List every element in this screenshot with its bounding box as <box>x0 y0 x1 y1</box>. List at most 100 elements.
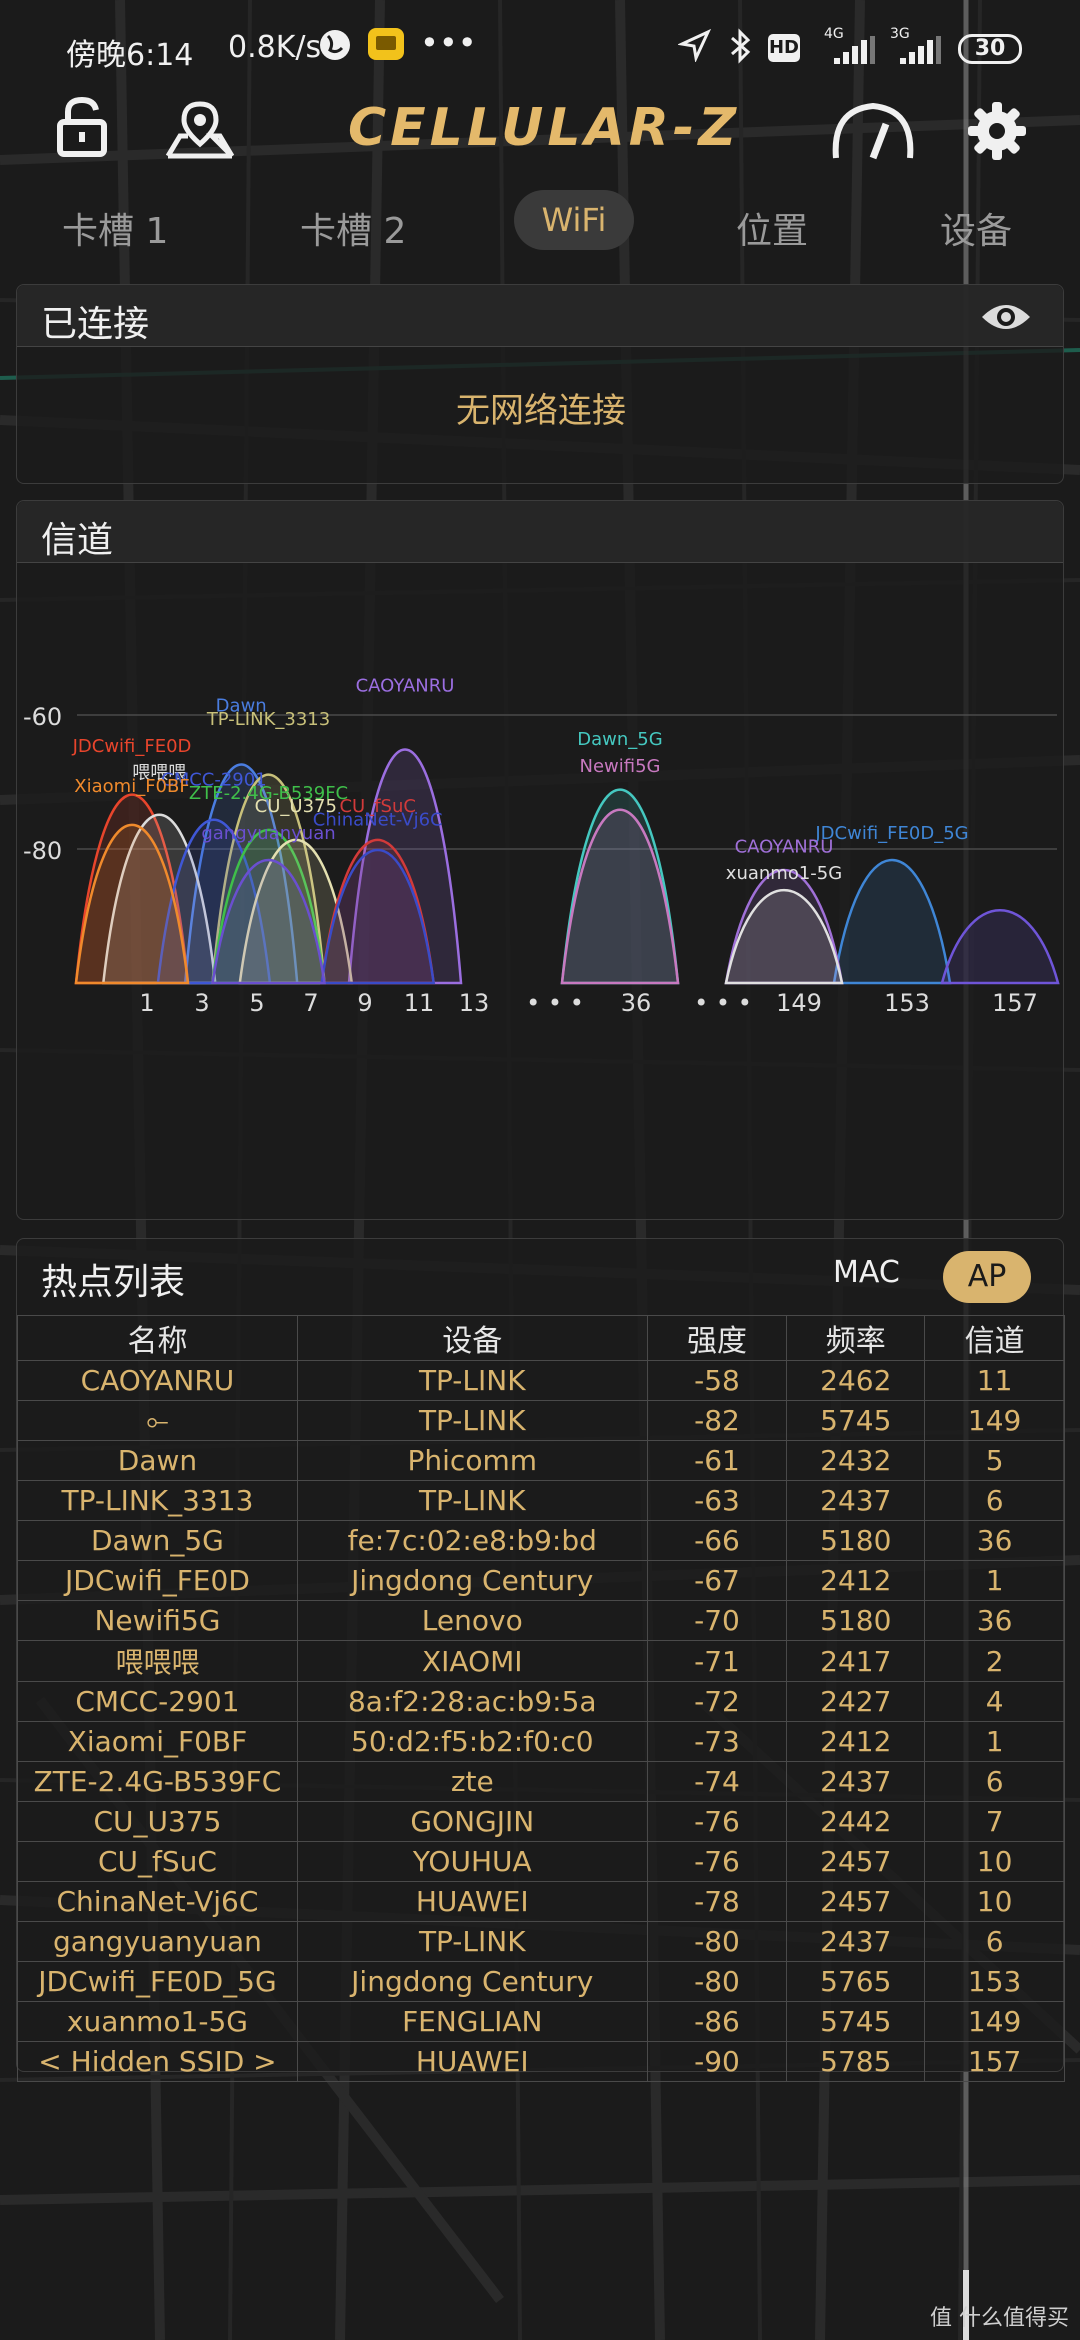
cell-channel: 10 <box>924 1881 1065 1922</box>
cell-frequency: 2462 <box>786 1360 926 1401</box>
eye-icon[interactable] <box>979 299 1033 335</box>
no-connection-text: 无网络连接 <box>456 391 626 431</box>
watermark: 值 什么值得买 <box>930 2300 1069 2332</box>
cell-channel: 11 <box>924 1360 1065 1401</box>
cell-strength: -67 <box>646 1560 788 1601</box>
channel-curve <box>560 808 680 985</box>
map-pin-icon[interactable] <box>164 100 236 160</box>
cell-frequency: 2437 <box>786 1761 926 1802</box>
channel-title: 信道 <box>41 520 114 561</box>
cell-frequency: 5765 <box>786 1961 926 2002</box>
series-label: Newifi5G <box>580 756 661 777</box>
cell-device: GONGJIN <box>296 1801 648 1842</box>
cell-device: Jingdong Century <box>296 1560 648 1601</box>
table-row[interactable]: 喂喂喂 XIAOMI -71 2417 2 <box>17 1640 1065 1682</box>
cell-name: CU_fSuC <box>17 1841 298 1882</box>
table-row[interactable]: Dawn Phicomm -61 2432 5 <box>17 1440 1065 1481</box>
table-header-row: 名称 设备 强度 频率 信道 <box>17 1315 1065 1361</box>
channel-curve <box>724 888 844 985</box>
x-tick-label: 157 <box>992 989 1038 1017</box>
cell-strength: -86 <box>646 2001 788 2042</box>
gear-icon[interactable] <box>966 100 1028 162</box>
cell-channel: 157 <box>924 2041 1065 2082</box>
cell-frequency: 2437 <box>786 1921 926 1962</box>
connected-header: 已连接 <box>17 285 1063 347</box>
table-row[interactable]: xuanmo1-5G FENGLIAN -86 5745 149 <box>17 2001 1065 2042</box>
status-speed: 0.8K/s <box>228 30 322 65</box>
cell-frequency: 2437 <box>786 1480 926 1521</box>
hotspot-list-card: 热点列表 MAC AP 名称 设备 强度 频率 信道 CAOYANRU TP-LI… <box>16 1238 1065 2082</box>
cell-strength: -63 <box>646 1480 788 1521</box>
tab-device[interactable]: 设备 <box>940 202 1012 254</box>
tab-bar: 卡槽 1 卡槽 2 WiFi 位置 设备 <box>0 190 1080 260</box>
cell-channel: 2 <box>924 1640 1065 1682</box>
x-tick-label: 7 <box>303 989 318 1017</box>
table-row[interactable]: CAOYANRU TP-LINK -58 2462 11 <box>17 1360 1065 1401</box>
table-row[interactable]: Newifi5G Lenovo -70 5180 36 <box>17 1600 1065 1641</box>
cell-device: HUAWEI <box>296 2041 648 2082</box>
x-tick-label: 9 <box>357 989 372 1017</box>
lock-open-icon[interactable] <box>56 96 108 158</box>
series-label: Xiaomi_F0BF <box>74 776 189 797</box>
cell-name: Xiaomi_F0BF <box>17 1721 298 1762</box>
table-row[interactable]: ChinaNet-Vj6C HUAWEI -78 2457 10 <box>17 1881 1065 1922</box>
app-logo: CELLULAR-Z <box>348 98 741 158</box>
cell-channel: 36 <box>924 1600 1065 1641</box>
cell-channel: 149 <box>924 1400 1065 1441</box>
channel-curve <box>832 858 952 985</box>
x-tick-label: 13 <box>459 989 490 1017</box>
table-row[interactable]: ⟜ TP-LINK -82 5745 149 <box>17 1400 1065 1441</box>
table-row[interactable]: JDCwifi_FE0D_5G Jingdong Century -80 5765 15… <box>17 1961 1065 2002</box>
table-row[interactable]: Dawn_5G fe:7c:02:e8:b9:bd -66 5180 36 <box>17 1520 1065 1561</box>
cell-frequency: 5180 <box>786 1520 926 1561</box>
signal-strength-icon <box>834 36 875 64</box>
tab-sim2[interactable]: 卡槽 2 <box>300 202 406 254</box>
connected-title: 已连接 <box>41 304 150 345</box>
table-row[interactable]: CU_fSuC YOUHUA -76 2457 10 <box>17 1841 1065 1882</box>
table-row[interactable]: gangyuanyuan TP-LINK -80 2437 6 <box>17 1921 1065 1962</box>
tab-wifi[interactable]: WiFi <box>514 190 634 250</box>
cell-strength: -61 <box>646 1440 788 1481</box>
cell-channel: 10 <box>924 1841 1065 1882</box>
cell-frequency: 5745 <box>786 2001 926 2042</box>
table-row[interactable]: TP-LINK_3313 TP-LINK -63 2437 6 <box>17 1480 1065 1521</box>
x-tick-label: 1 <box>139 989 154 1017</box>
col-header-strength[interactable]: 强度 <box>646 1315 788 1361</box>
speedometer-icon[interactable] <box>828 100 918 162</box>
series-label: TP-LINK_3313 <box>206 709 330 730</box>
cell-strength: -80 <box>646 1961 788 2002</box>
cell-frequency: 5180 <box>786 1600 926 1641</box>
cell-name: xuanmo1-5G <box>17 2001 298 2042</box>
cell-frequency: 5745 <box>786 1400 926 1441</box>
table-row[interactable]: Xiaomi_F0BF 50:d2:f5:b2:f0:c0 -73 2412 1 <box>17 1721 1065 1762</box>
tab-location[interactable]: 位置 <box>736 202 808 254</box>
cell-name: JDCwifi_FE0D_5G <box>17 1961 298 2002</box>
cell-frequency: 2442 <box>786 1801 926 1842</box>
cell-strength: -70 <box>646 1600 788 1641</box>
mac-toggle[interactable]: MAC <box>833 1255 900 1290</box>
cell-device: HUAWEI <box>296 1881 648 1922</box>
table-row[interactable]: CU_U375 GONGJIN -76 2442 7 <box>17 1801 1065 1842</box>
col-header-frequency[interactable]: 频率 <box>786 1315 926 1361</box>
cell-strength: -76 <box>646 1801 788 1842</box>
col-header-device[interactable]: 设备 <box>296 1315 648 1361</box>
cell-frequency: 2417 <box>786 1640 926 1682</box>
cell-frequency: 2427 <box>786 1681 926 1722</box>
cell-channel: 153 <box>924 1961 1065 2002</box>
x-tick-label: 36 <box>621 989 652 1017</box>
series-label: CAOYANRU <box>356 676 455 697</box>
channel-chart: -60-80 CAOYANRUDawnTP-LINK_3313Dawn_5GJD… <box>23 676 1060 1017</box>
ap-toggle[interactable]: AP <box>943 1251 1031 1303</box>
table-row[interactable]: < Hidden SSID > HUAWEI -90 5785 157 <box>17 2041 1065 2082</box>
table-row[interactable]: CMCC-2901 8a:f2:28:ac:b9:5a -72 2427 4 <box>17 1681 1065 1722</box>
col-header-channel[interactable]: 信道 <box>924 1315 1065 1361</box>
table-row[interactable]: ZTE-2.4G-B539FC zte -74 2437 6 <box>17 1761 1065 1802</box>
cell-device: 8a:f2:28:ac:b9:5a <box>296 1681 648 1722</box>
col-header-name[interactable]: 名称 <box>17 1315 298 1361</box>
hotspot-list-title: 热点列表 <box>41 1262 186 1303</box>
tab-sim1[interactable]: 卡槽 1 <box>62 202 168 254</box>
x-tick-label: 5 <box>249 989 264 1017</box>
cell-device: fe:7c:02:e8:b9:bd <box>296 1520 648 1561</box>
table-row[interactable]: JDCwifi_FE0D Jingdong Century -67 2412 1 <box>17 1560 1065 1601</box>
watermark-text: 值 什么值得买 <box>930 2306 1069 2331</box>
